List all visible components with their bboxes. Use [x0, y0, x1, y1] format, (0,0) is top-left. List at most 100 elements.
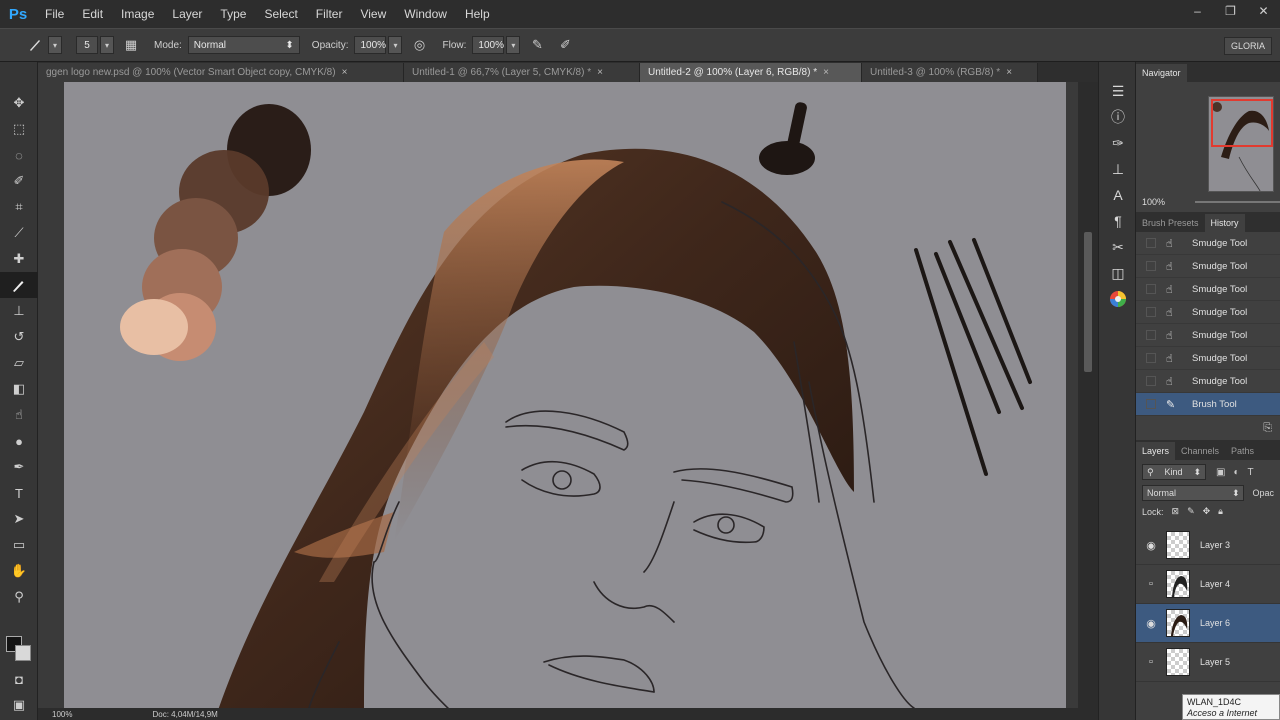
scrollbar-thumb[interactable]	[1084, 232, 1092, 372]
history-checkbox[interactable]	[1146, 353, 1156, 363]
brush-tool-icon[interactable]	[0, 272, 38, 298]
layer-row[interactable]: ◉ Layer 3	[1136, 526, 1280, 565]
menu-filter[interactable]: Filter	[307, 0, 352, 28]
tab-untitled-2[interactable]: Untitled-2 @ 100% (Layer 6, RGB/8) * ×	[640, 63, 862, 82]
flow-field[interactable]: 100%	[472, 36, 505, 54]
navigator-zoom-slider[interactable]	[1195, 201, 1280, 203]
eraser-tool-icon[interactable]: ▱	[0, 350, 38, 376]
close-icon[interactable]: ×	[342, 67, 348, 78]
zoom-tool-icon[interactable]: ⚲	[0, 584, 38, 610]
document-canvas[interactable]	[64, 82, 1066, 708]
history-brush-tool-icon[interactable]: ↺	[0, 324, 38, 350]
close-icon[interactable]: ×	[597, 67, 603, 78]
lock-all-icon[interactable]: 🔒︎	[1218, 506, 1223, 517]
history-checkbox[interactable]	[1146, 330, 1156, 340]
lasso-tool-icon[interactable]: ◌	[0, 142, 38, 168]
tab-paths[interactable]: Paths	[1225, 442, 1260, 460]
quick-select-tool-icon[interactable]: ✐	[0, 168, 38, 194]
color-wheel-icon[interactable]	[1099, 286, 1137, 312]
tab-channels[interactable]: Channels	[1175, 442, 1225, 460]
menu-type[interactable]: Type	[211, 0, 255, 28]
paint-bucket-tool-icon[interactable]: ◧	[0, 376, 38, 402]
close-icon[interactable]: ×	[1006, 67, 1012, 78]
brush-preset-dropdown[interactable]: ▾	[48, 36, 62, 54]
filter-adjustment-icon[interactable]: ◐	[1233, 467, 1239, 478]
eye-icon[interactable]: ◉	[1136, 617, 1166, 630]
marquee-tool-icon[interactable]: ⬚	[0, 116, 38, 142]
paragraph-panel-icon[interactable]: ¶	[1099, 208, 1137, 234]
rectangle-tool-icon[interactable]: ▭	[0, 532, 38, 558]
pressure-size-icon[interactable]: ✐	[554, 34, 576, 56]
history-item-current[interactable]: ✎ Brush Tool	[1136, 393, 1280, 416]
history-checkbox[interactable]	[1146, 284, 1156, 294]
healing-brush-tool-icon[interactable]: ✚	[0, 246, 38, 272]
brush-preset-icon[interactable]	[24, 34, 46, 56]
clone-source-icon[interactable]: ⊥	[1099, 156, 1137, 182]
tab-ggen-logo[interactable]: ggen logo new.psd @ 100% (Vector Smart O…	[38, 63, 404, 82]
history-item[interactable]: ☝ Smudge Tool	[1136, 347, 1280, 370]
history-item[interactable]: ☝ Smudge Tool	[1136, 278, 1280, 301]
opacity-field[interactable]: 100%	[354, 36, 387, 54]
layer-row-selected[interactable]: ◉ Layer 6	[1136, 604, 1280, 643]
adjustments-icon[interactable]: ◫	[1099, 260, 1137, 286]
layer-row[interactable]: ▫ Layer 4	[1136, 565, 1280, 604]
tool-presets-icon[interactable]: ✂	[1099, 234, 1137, 260]
info-panel-icon[interactable]: ⓘ	[1099, 104, 1137, 130]
history-item[interactable]: ☝ Smudge Tool	[1136, 255, 1280, 278]
pressure-opacity-icon[interactable]: ◎	[408, 34, 430, 56]
visibility-off-box[interactable]: ▫	[1136, 578, 1166, 590]
menu-image[interactable]: Image	[112, 0, 163, 28]
character-panel-icon[interactable]: A	[1099, 182, 1137, 208]
move-tool-icon[interactable]: ✥	[0, 90, 38, 116]
filter-type-icon[interactable]: T	[1248, 467, 1254, 478]
workspace-switcher[interactable]: GLORIA	[1223, 37, 1272, 55]
history-checkbox[interactable]	[1146, 376, 1156, 386]
navigator-thumbnail[interactable]	[1208, 96, 1274, 192]
dodge-tool-icon[interactable]: ●	[0, 428, 38, 454]
history-item[interactable]: ☝ Smudge Tool	[1136, 370, 1280, 393]
tab-history[interactable]: History	[1204, 214, 1245, 232]
menu-layer[interactable]: Layer	[163, 0, 211, 28]
history-item[interactable]: ☝ Smudge Tool	[1136, 301, 1280, 324]
menu-window[interactable]: Window	[395, 0, 456, 28]
close-button[interactable]: ✕	[1247, 0, 1280, 22]
brush-size-dropdown[interactable]: ▾	[100, 36, 114, 54]
eye-icon[interactable]: ◉	[1136, 539, 1166, 552]
history-checkbox[interactable]	[1146, 261, 1156, 271]
menu-view[interactable]: View	[351, 0, 395, 28]
navigator-zoom-value[interactable]: 100%	[1142, 197, 1165, 207]
crop-tool-icon[interactable]: ⌗	[0, 194, 38, 220]
menu-file[interactable]: File	[36, 0, 73, 28]
tab-navigator[interactable]: Navigator	[1136, 64, 1187, 82]
background-color-swatch[interactable]	[15, 645, 31, 661]
eyedropper-tool-icon[interactable]: ⟋	[0, 220, 38, 246]
history-checkbox[interactable]	[1146, 238, 1156, 248]
clone-stamp-tool-icon[interactable]: ⊥	[0, 298, 38, 324]
restore-button[interactable]: ❐	[1214, 0, 1247, 22]
airbrush-icon[interactable]: ✎	[526, 34, 548, 56]
tab-layers[interactable]: Layers	[1136, 442, 1176, 460]
history-checkbox[interactable]	[1146, 307, 1156, 317]
layer-row[interactable]: ▫ Layer 5	[1136, 643, 1280, 682]
lock-position-icon[interactable]: ✥	[1203, 506, 1211, 517]
zoom-level[interactable]: 100%	[52, 710, 72, 719]
tab-untitled-3[interactable]: Untitled-3 @ 100% (RGB/8) * ×	[862, 63, 1038, 82]
tab-untitled-1[interactable]: Untitled-1 @ 66,7% (Layer 5, CMYK/8) * ×	[404, 63, 640, 82]
path-selection-tool-icon[interactable]: ➤	[0, 506, 38, 532]
brush-panel-icon[interactable]: ✑	[1099, 130, 1137, 156]
layer-filter-select[interactable]: ⚲ Kind ⬍	[1142, 464, 1206, 480]
pen-tool-icon[interactable]: ✒	[0, 454, 38, 480]
history-checkbox[interactable]	[1146, 399, 1156, 409]
close-icon[interactable]: ×	[823, 67, 829, 78]
history-item[interactable]: ☝ Smudge Tool	[1136, 324, 1280, 347]
brush-size-field[interactable]: 5	[76, 36, 98, 54]
visibility-off-box[interactable]: ▫	[1136, 656, 1166, 668]
history-item[interactable]: ☝ Smudge Tool	[1136, 232, 1280, 255]
smudge-tool-icon[interactable]: ☝	[0, 402, 38, 428]
lock-pixels-icon[interactable]: ✎	[1187, 506, 1195, 517]
type-tool-icon[interactable]: T	[0, 480, 38, 506]
navigator-view-frame[interactable]	[1211, 99, 1273, 147]
menu-select[interactable]: Select	[255, 0, 306, 28]
color-swatches[interactable]	[6, 636, 34, 664]
tab-brush-presets[interactable]: Brush Presets	[1136, 214, 1205, 232]
